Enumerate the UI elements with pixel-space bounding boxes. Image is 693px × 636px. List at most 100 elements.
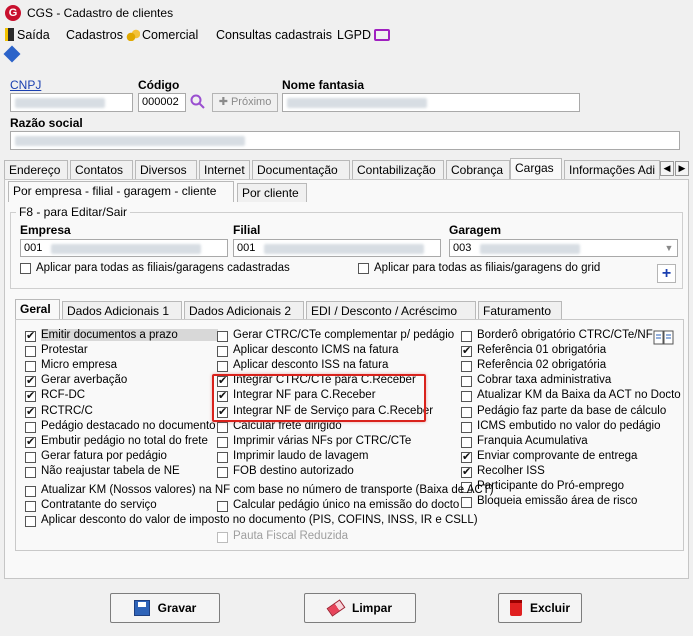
- tab-cargas[interactable]: Cargas: [510, 158, 562, 179]
- checks-col1-checkbox-9[interactable]: [25, 466, 36, 478]
- checks-col1-checkbox-6[interactable]: [25, 421, 36, 433]
- chevron-down-icon[interactable]: ▼: [662, 241, 676, 256]
- inner-tab-dados2[interactable]: Dados Adicionais 2: [184, 301, 304, 320]
- checks-col3-checkbox-1[interactable]: [461, 344, 472, 358]
- razao-social-field[interactable]: [10, 131, 680, 150]
- checks-wide-label-3: Aplicar desconto do valor de imposto no …: [41, 514, 478, 526]
- tab-diversos[interactable]: Diversos: [135, 160, 197, 179]
- checks-col2-checkbox-6[interactable]: [217, 421, 228, 433]
- checks-col1-checkbox-1[interactable]: [25, 346, 36, 358]
- diamond-icon[interactable]: [3, 45, 21, 63]
- checks-wide-checkbox-0[interactable]: [25, 486, 36, 497]
- checks-col1-checkbox-5[interactable]: [25, 405, 36, 418]
- checks-col3-label-5: Pedágio faz parte da base de cálculo: [477, 404, 667, 417]
- checks-col1-checkbox-7[interactable]: [25, 435, 36, 448]
- checks-col1-label-7: Embutir pedágio no total do frete: [41, 434, 208, 447]
- apply-all-filiais-checkbox[interactable]: [20, 263, 31, 274]
- garagem-combo[interactable]: 003 ▼: [449, 239, 678, 257]
- excluir-button[interactable]: Excluir: [498, 593, 582, 623]
- checks-col3-checkbox-9[interactable]: [461, 465, 472, 478]
- book-icon[interactable]: [653, 329, 675, 346]
- checks-col1-label-3: Gerar averbação: [41, 374, 128, 387]
- nome-fantasia-label: Nome fantasia: [282, 78, 365, 92]
- checks-col3-checkbox-7[interactable]: [461, 436, 472, 448]
- apply-all-grid-checkbox[interactable]: [358, 263, 369, 274]
- checks-wide-label-1: Contratante do serviço: [41, 499, 157, 511]
- checks-col2-checkbox-8[interactable]: [217, 451, 228, 463]
- inner-tab-geral[interactable]: Geral: [15, 299, 60, 320]
- checks-wide-checkbox-4[interactable]: [217, 532, 228, 543]
- checks-col3-checkbox-2[interactable]: [461, 361, 472, 373]
- checks-col2-checkbox-7[interactable]: [217, 436, 228, 448]
- checks-col1-label-6: Pedágio destacado no documento: [41, 419, 216, 432]
- tab-informacoes[interactable]: Informações Adi: [564, 160, 660, 179]
- checks-col3-checkbox-4[interactable]: [461, 391, 472, 403]
- checks-col3-checkbox-6[interactable]: [461, 421, 472, 433]
- checks-col2-checkbox-0[interactable]: [217, 331, 228, 342]
- filial-label: Filial: [233, 223, 261, 237]
- checks-wide-checkbox-2[interactable]: [217, 501, 228, 512]
- subtab-por-empresa[interactable]: Por empresa - filial - garagem - cliente: [8, 181, 234, 202]
- checks-col2-label-9: FOB destino autorizado: [233, 464, 354, 477]
- menu-consultas[interactable]: Consultas cadastrais: [216, 28, 332, 42]
- plus-icon: ✚: [218, 96, 231, 108]
- checks-col2-checkbox-9[interactable]: [217, 466, 228, 478]
- tab-internet[interactable]: Internet: [199, 160, 250, 179]
- inner-tab-edi[interactable]: EDI / Desconto / Acréscimo: [306, 301, 476, 320]
- checks-col3-label-0: Borderô obrigatório CTRC/CTe/NF: [477, 329, 653, 341]
- exit-door-icon: [5, 28, 14, 41]
- checks-wide-label-2: Calcular pedágio único na emissão do doc…: [233, 499, 460, 511]
- codigo-field[interactable]: 000002: [138, 93, 186, 112]
- subtab-por-cliente[interactable]: Por cliente: [237, 183, 307, 202]
- tab-scroll-right-icon[interactable]: ▶: [675, 161, 689, 176]
- menu-saida[interactable]: Saída: [5, 28, 50, 42]
- filial-combo[interactable]: 001: [233, 239, 441, 257]
- checks-col3-checkbox-5[interactable]: [461, 406, 472, 418]
- apply-all-grid-label: Aplicar para todas as filiais/garagens d…: [374, 262, 601, 274]
- checks-col2-checkbox-2[interactable]: [217, 361, 228, 373]
- checks-col3-checkbox-0[interactable]: [461, 331, 472, 342]
- checks-col3-checkbox-8[interactable]: [461, 450, 472, 463]
- checks-col3-checkbox-3[interactable]: [461, 376, 472, 388]
- search-icon[interactable]: [190, 94, 206, 110]
- checks-col1-checkbox-3[interactable]: [25, 374, 36, 388]
- tab-endereco[interactable]: Endereço: [4, 160, 68, 179]
- checks-wide-checkbox-1[interactable]: [25, 501, 36, 512]
- nome-fantasia-field[interactable]: [282, 93, 580, 112]
- empresa-label: Empresa: [20, 223, 71, 237]
- checks-col3-checkbox-11[interactable]: [461, 497, 472, 509]
- monitor-icon[interactable]: [374, 29, 390, 41]
- checks-col3-label-11: Bloqueia emissão área de risco: [477, 495, 638, 508]
- inner-tab-dados1[interactable]: Dados Adicionais 1: [62, 301, 182, 320]
- menu-cadastros[interactable]: Cadastros: [66, 28, 123, 42]
- limpar-button[interactable]: Limpar: [304, 593, 416, 623]
- add-icon[interactable]: +: [657, 264, 676, 283]
- checks-col1-checkbox-2[interactable]: [25, 361, 36, 373]
- proximo-button[interactable]: ✚ Próximo: [212, 93, 278, 112]
- checks-col3-label-10: Participante do Pró-emprego: [477, 480, 625, 492]
- checks-wide-checkbox-3[interactable]: [25, 516, 36, 527]
- save-icon: [133, 600, 150, 616]
- empresa-combo[interactable]: 001: [20, 239, 228, 257]
- tab-documentacao[interactable]: Documentação: [252, 160, 350, 179]
- checks-col2-checkbox-1[interactable]: [217, 346, 228, 358]
- title-bar: G CGS - Cadastro de clientes: [0, 0, 693, 26]
- codigo-label: Código: [138, 78, 180, 92]
- tab-contabilizacao[interactable]: Contabilização: [352, 160, 444, 179]
- checks-col3-label-3: Cobrar taxa administrativa: [477, 374, 612, 387]
- menu-lgpd[interactable]: LGPD: [337, 28, 371, 42]
- tab-contatos[interactable]: Contatos: [70, 160, 133, 179]
- checks-col1-checkbox-0[interactable]: [25, 329, 36, 342]
- cnpj-label[interactable]: CNPJ: [10, 78, 41, 92]
- checks-col2-label-0: Gerar CTRC/CTe complementar p/ pedágio: [233, 329, 455, 341]
- tab-scroll-left-icon[interactable]: ◀: [660, 161, 674, 176]
- gravar-button[interactable]: Gravar: [110, 593, 220, 623]
- checks-wide-label-0: Atualizar KM (Nossos valores) na NF com …: [41, 484, 494, 496]
- checks-col1-label-5: RCTRC/C: [41, 404, 93, 417]
- cnpj-field[interactable]: [10, 93, 133, 112]
- checks-col1-checkbox-8[interactable]: [25, 451, 36, 463]
- checks-col1-checkbox-4[interactable]: [25, 389, 36, 403]
- tab-cobranca[interactable]: Cobrança: [446, 160, 510, 179]
- menu-comercial[interactable]: Comercial: [126, 28, 198, 42]
- inner-tab-faturamento[interactable]: Faturamento: [478, 301, 562, 320]
